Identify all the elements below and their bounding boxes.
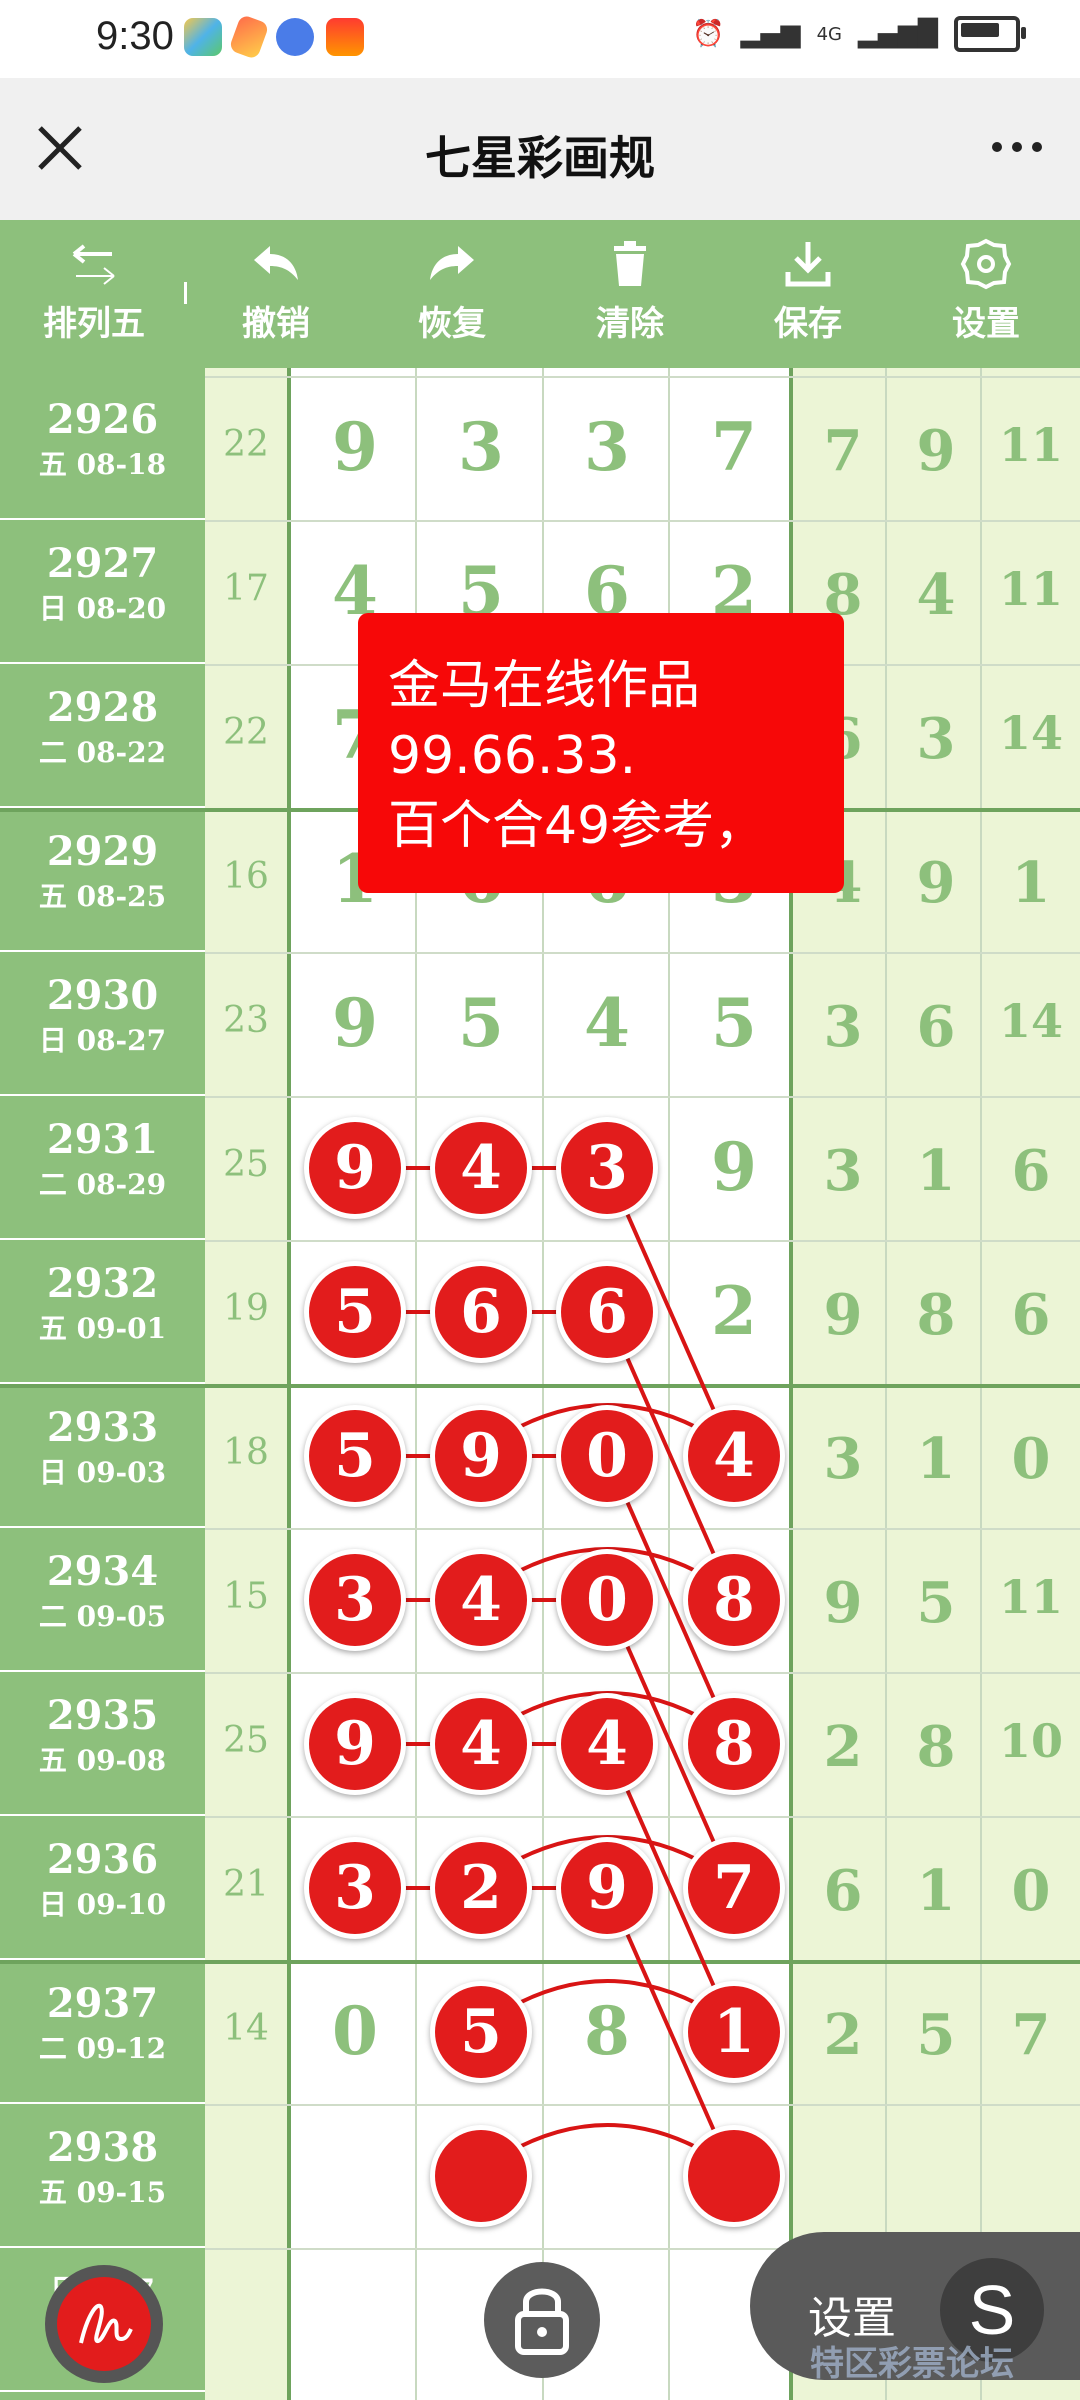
firecracker-icon — [228, 14, 270, 60]
clear-button[interactable]: 清除 — [560, 238, 700, 345]
marked-digit-ball[interactable]: 1 — [688, 1986, 780, 2078]
marked-digit-ball[interactable]: 9 — [561, 1842, 653, 1934]
app-notification-icon — [184, 18, 222, 56]
redo-icon — [430, 246, 474, 280]
marked-digit-ball[interactable]: 6 — [561, 1266, 653, 1358]
undo-button[interactable]: 撤销 — [206, 238, 346, 345]
gear-icon — [960, 238, 1012, 290]
toolbar-divider — [184, 282, 187, 304]
note-line-2: 99.66.33. — [388, 726, 637, 786]
pen-stroke-icon — [57, 2277, 151, 2371]
status-time: 9:30 — [96, 14, 174, 58]
status-bar: 9:30 ⏰ ▂▄▆ 4G ▂▄▆█ — [0, 0, 1080, 78]
more-options-icon[interactable] — [992, 142, 1042, 152]
note-popup[interactable]: 金马在线作品 99.66.33. 百个合49参考， — [358, 613, 844, 893]
network-type: 4G — [816, 23, 843, 45]
marked-digit-ball[interactable]: 4 — [688, 1410, 780, 1502]
marked-digit-ball[interactable]: 8 — [688, 1554, 780, 1646]
marked-digit-ball[interactable]: 8 — [688, 1698, 780, 1790]
alarm-icon: ⏰ — [692, 19, 725, 49]
marked-digit-ball[interactable]: 4 — [435, 1554, 527, 1646]
settings-button[interactable]: 设置 — [916, 238, 1056, 345]
marked-digit-ball[interactable]: 5 — [309, 1266, 401, 1358]
marked-digit-ball[interactable]: 5 — [309, 1410, 401, 1502]
marked-digit-ball[interactable]: 9 — [435, 1410, 527, 1502]
redo-button[interactable]: 恢复 — [382, 238, 522, 345]
status-indicators: ⏰ ▂▄▆ 4G ▂▄▆█ — [692, 16, 1026, 52]
marked-digit-ball[interactable] — [435, 2130, 527, 2222]
toolbar-label: 排列五 — [43, 304, 145, 344]
battery-icon — [954, 16, 1026, 52]
marked-digit-ball[interactable]: 4 — [561, 1698, 653, 1790]
music-icon — [276, 18, 314, 56]
toolbar-label: 保存 — [774, 304, 842, 344]
marked-digit-ball[interactable]: 9 — [309, 1698, 401, 1790]
marked-digit-ball[interactable]: 4 — [435, 1698, 527, 1790]
toolbar-label: 恢复 — [418, 304, 486, 344]
marked-digit-ball[interactable]: 5 — [435, 1986, 527, 2078]
switch-game-button[interactable]: 排列五 — [24, 238, 164, 345]
download-icon — [785, 242, 831, 287]
marked-digit-ball[interactable]: 7 — [688, 1842, 780, 1934]
marked-digit-ball[interactable]: 0 — [561, 1410, 653, 1502]
lock-icon — [515, 2288, 569, 2355]
marked-digit-ball[interactable] — [688, 2130, 780, 2222]
marked-digit-ball[interactable]: 9 — [309, 1122, 401, 1214]
undo-icon — [254, 246, 298, 280]
trash-icon — [614, 241, 646, 286]
signal-icon: ▂▄▆ — [740, 19, 801, 49]
toolbar-label: 设置 — [952, 304, 1020, 344]
save-button[interactable]: 保存 — [738, 238, 878, 345]
note-line-3: 百个合49参考， — [388, 796, 767, 856]
marked-digit-ball[interactable]: 2 — [435, 1842, 527, 1934]
status-app-icons — [184, 14, 364, 60]
toolbar: 排列五 撤销 恢复 清除 保存 设置 — [0, 220, 1080, 368]
signal-icon-2: ▂▄▆█ — [858, 19, 938, 49]
toolbar-label: 清除 — [596, 304, 664, 344]
marked-digit-ball[interactable]: 3 — [561, 1122, 653, 1214]
marked-digit-ball[interactable]: 4 — [435, 1122, 527, 1214]
marked-digit-ball[interactable]: 3 — [309, 1842, 401, 1934]
lock-button[interactable] — [484, 2262, 600, 2378]
page-title: 七星彩画规 — [425, 131, 655, 185]
marked-digit-ball[interactable]: 6 — [435, 1266, 527, 1358]
note-line-1: 金马在线作品 — [388, 656, 701, 716]
title-bar: 七星彩画规 — [0, 78, 1080, 220]
marked-digit-ball[interactable]: 0 — [561, 1554, 653, 1646]
draw-pen-button[interactable] — [45, 2265, 163, 2383]
marked-digit-ball[interactable]: 3 — [309, 1554, 401, 1646]
toolbar-label: 撤销 — [242, 304, 310, 344]
watermark: 特区彩票论坛 — [810, 2344, 1014, 2384]
swap-arrows-icon — [72, 244, 115, 285]
app-badge-icon — [326, 18, 364, 56]
